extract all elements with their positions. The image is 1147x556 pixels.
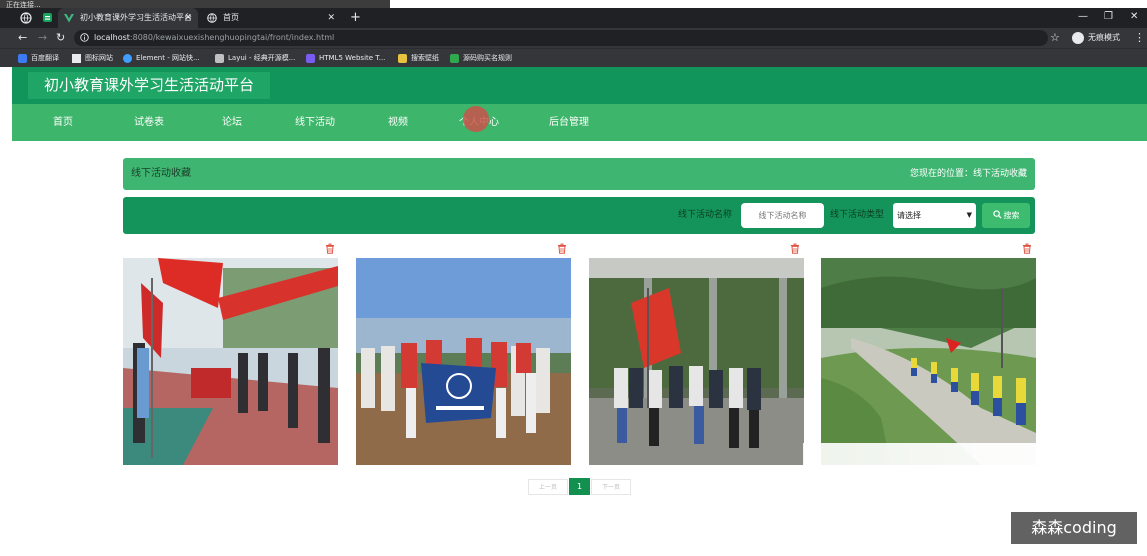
nav-offline-activity[interactable]: 线下活动 [295,104,335,141]
search-bar: 线下活动名称 线下活动类型 请选择 ▼ 搜索 [123,197,1035,234]
search-button[interactable]: 搜索 [982,203,1030,228]
forward-icon[interactable]: → [38,28,47,48]
next-page-button[interactable]: 下一页 [591,479,631,495]
bookmark-item[interactable]: Element - 网站快... [123,49,200,67]
site-header: 初小教育课外学习生活活动平台 [12,67,1147,104]
tab-title: 初小教育课外学习生活活动平台 [80,13,192,22]
browser-tab-active[interactable]: 初小教育课外学习生活活动平台 ✕ [58,8,198,28]
bookmark-item[interactable]: 搜索壁纸 [398,49,439,67]
search-icon [992,210,1002,219]
globe-icon[interactable] [20,12,32,24]
students-hiking-photo [821,258,1036,465]
restore-icon[interactable]: ❐ [1104,8,1113,26]
campus-event-photo [123,258,338,465]
page-title: 线下活动收藏 [131,168,191,179]
address-bar: ← → ↻ localhost:8080/kewaixuexishenghuop… [0,28,1147,48]
nav-exam[interactable]: 试卷表 [134,104,164,141]
delete-icon[interactable] [790,243,800,254]
browser-tab-strip: 初小教育课外学习生活活动平台 ✕ 首页 ✕ + — ❐ ✕ [0,8,1147,28]
info-icon[interactable] [80,33,89,42]
tab-close-icon[interactable]: ✕ [184,8,192,28]
bookmark-item[interactable]: 源码购买名规则 [450,49,512,67]
activity-card-image[interactable] [589,258,804,465]
breadcrumb-location: 您现在的位置：线下活动收藏 [909,169,1027,179]
browser-tab[interactable]: 首页 ✕ [201,8,341,28]
star-icon[interactable]: ☆ [1050,28,1060,48]
type-label: 线下活动类型 [830,210,885,220]
baseball-team-photo [356,258,571,465]
overlay-fade [803,443,1043,477]
prev-page-button[interactable]: 上一页 [528,479,568,495]
current-page-button[interactable]: 1 [569,478,590,495]
new-tab-icon[interactable]: + [350,8,361,28]
url-text: localhost:8080/kewaixuexishenghuopingtai… [94,33,335,42]
app-icon[interactable] [42,12,53,23]
bookmark-item[interactable]: Layui - 经典开源模... [215,49,295,67]
breadcrumb: 线下活动收藏 您现在的位置：线下活动收藏 [123,158,1035,190]
nav-video[interactable]: 视频 [388,104,408,141]
globe-icon [207,13,217,23]
bookmark-item[interactable]: 图标网站 [72,49,113,67]
reload-icon[interactable]: ↻ [56,28,65,48]
name-label: 线下活动名称 [678,210,733,220]
bookmark-item[interactable]: HTML5 Website T... [306,49,385,67]
incognito-icon [1072,31,1084,44]
activity-card-image[interactable] [821,258,1036,465]
close-window-icon[interactable]: ✕ [1130,8,1138,26]
bookmarks-bar: 百度翻译 图标网站 Element - 网站快... Layui - 经典开源模… [0,48,1147,67]
mouse-cursor-highlight [463,106,489,132]
group-photo-with-flag [589,258,804,465]
bookmark-item[interactable]: 百度翻译 [18,49,59,67]
nav-forum[interactable]: 论坛 [222,104,242,141]
nav-home[interactable]: 首页 [53,104,73,141]
incognito-indicator[interactable]: 无痕模式 [1072,30,1120,46]
activity-card-image[interactable] [356,258,571,465]
activity-name-input[interactable] [741,203,824,228]
watermark: 森森coding [1011,512,1137,544]
back-icon[interactable]: ← [18,28,27,48]
vue-logo-icon [64,14,74,23]
tab-title: 首页 [223,13,239,22]
activity-type-select[interactable]: 请选择 ▼ [893,203,976,228]
menu-icon[interactable]: ⋮ [1134,28,1145,48]
activity-card-image[interactable] [123,258,338,465]
tab-close-icon[interactable]: ✕ [327,8,335,28]
site-title[interactable]: 初小教育课外学习生活活动平台 [28,72,270,99]
chevron-down-icon: ▼ [966,211,972,219]
nav-admin[interactable]: 后台管理 [549,104,589,141]
delete-icon[interactable] [557,243,567,254]
delete-icon[interactable] [325,243,335,254]
minimize-icon[interactable]: — [1078,8,1088,26]
site-nav: 首页 试卷表 论坛 线下活动 视频 个人中心 后台管理 [12,104,1147,141]
delete-icon[interactable] [1022,243,1032,254]
